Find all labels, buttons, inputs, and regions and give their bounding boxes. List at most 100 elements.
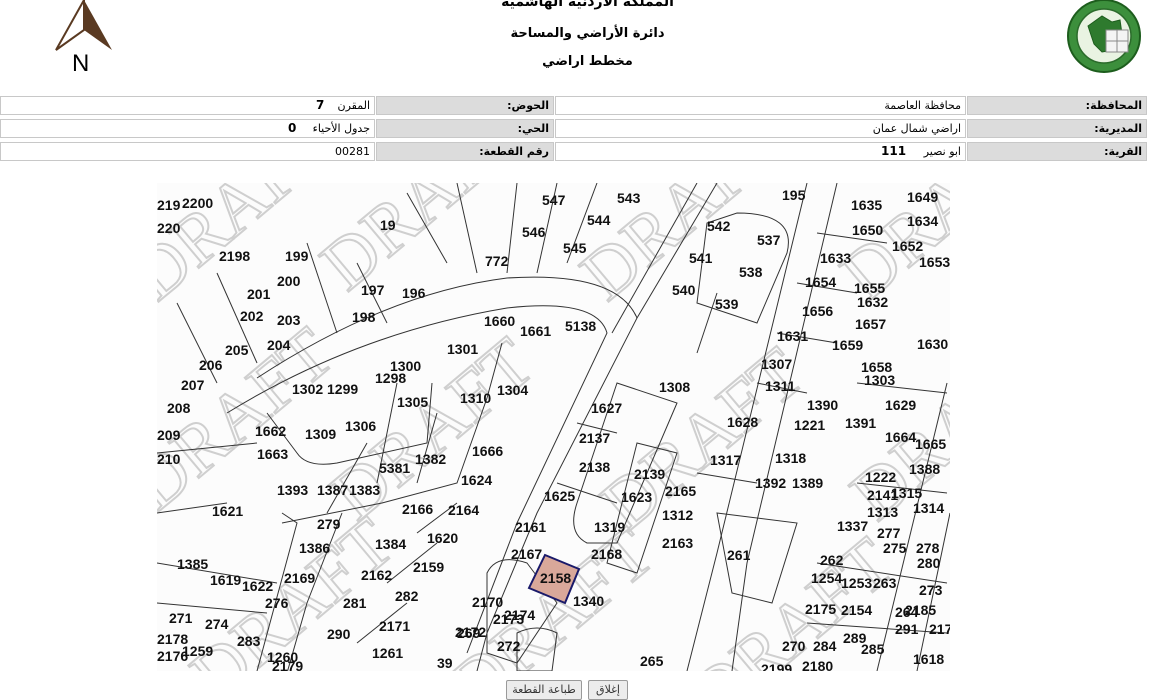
parcel-number-1385: 1385 [177, 556, 208, 572]
basin-value: 7 [316, 98, 325, 112]
parcel-number-269: 269 [457, 625, 481, 641]
parcel-number-200: 200 [277, 273, 301, 289]
parcel-number-285: 285 [861, 641, 885, 657]
parcel-number-1253: 1253 [841, 575, 872, 591]
parcel-number-1383: 1383 [349, 482, 380, 498]
village-number: 111 [881, 144, 907, 158]
parcel-number-1298: 1298 [375, 370, 406, 386]
parcel-number-1652: 1652 [892, 238, 923, 254]
parcel-number-281: 281 [343, 595, 367, 611]
parcel-number-220: 220 [157, 220, 181, 236]
parcel-number-1393: 1393 [277, 482, 308, 498]
parcel-number-201: 201 [247, 286, 271, 302]
parcel-number-2198: 2198 [219, 248, 250, 264]
basin-label: الحوض: [376, 96, 554, 115]
parcel-number-2164: 2164 [448, 502, 479, 518]
parcel-number-2166: 2166 [402, 501, 433, 517]
parcel-number-1318: 1318 [775, 450, 806, 466]
parcel-number-196: 196 [402, 285, 426, 301]
parcel-number-208: 208 [167, 400, 191, 416]
parcel-number-291: 291 [895, 621, 919, 637]
parcel-number-1315: 1315 [891, 485, 922, 501]
parcel-number-271: 271 [169, 610, 193, 626]
village-label: القرية: [967, 142, 1147, 161]
parcel-number-272: 272 [497, 638, 521, 654]
parcel-number-203: 203 [277, 312, 301, 328]
parcel-number-1631: 1631 [777, 328, 808, 344]
parcel-number-546: 546 [522, 224, 546, 240]
parcel-number-1384: 1384 [375, 536, 406, 552]
parcel-number-273: 273 [919, 582, 943, 598]
parcel-number-2161: 2161 [515, 519, 546, 535]
parcel-number-277: 277 [877, 525, 901, 541]
parcel-number-542: 542 [707, 218, 731, 234]
parcel-number-2138: 2138 [579, 459, 610, 475]
parcel-number-1309: 1309 [305, 426, 336, 442]
department-title: دائرة الأراضي والمساحة [510, 26, 665, 41]
parcel-number-261: 261 [727, 547, 751, 563]
parcel-number-219: 219 [157, 197, 181, 213]
parcel-number-2139: 2139 [634, 466, 665, 482]
parcel-number-2200: 2200 [182, 195, 213, 211]
north-arrow: N [52, 0, 116, 80]
parcel-number-1657: 1657 [855, 316, 886, 332]
district-sub-label: جدول الأحياء [312, 122, 370, 135]
parcel-number-2185: 2185 [905, 602, 936, 618]
close-button[interactable]: إغلاق [588, 680, 628, 700]
parcel-number-1305: 1305 [397, 394, 428, 410]
parcel-number-1633: 1633 [820, 250, 851, 266]
land-parcel-map: DRAFT DRAFT DRAFT DRAFT DRAFT DRAFT DRAF… [157, 183, 950, 671]
parcel-number-262: 262 [820, 552, 844, 568]
parcel-number-279: 279 [317, 516, 341, 532]
parcel-number-2171: 2171 [379, 618, 410, 634]
parcel-number-1656: 1656 [802, 303, 833, 319]
parcel-number-195: 195 [782, 187, 806, 203]
print-parcel-button[interactable]: طباعة القطعة [506, 680, 582, 700]
parcel-number-1635: 1635 [851, 197, 882, 213]
parcel-number-206: 206 [199, 357, 223, 373]
parcel-number-1619: 1619 [210, 572, 241, 588]
parcel-number-1254: 1254 [811, 570, 842, 586]
parcel-number-1317: 1317 [710, 452, 741, 468]
parcel-number-282: 282 [395, 588, 419, 604]
parcel-number-1662: 1662 [255, 423, 286, 439]
parcel-number-284: 284 [813, 638, 837, 654]
parcel-number-2181: 2181 [375, 668, 406, 671]
parcel-number-1663: 1663 [257, 446, 288, 462]
parcel-number-2177: 2177 [929, 621, 950, 637]
parcel-number-2137: 2137 [579, 430, 610, 446]
parcel-number-1303: 1303 [864, 372, 895, 388]
parcel-number-2167: 2167 [511, 546, 542, 562]
parcel-number-1301: 1301 [447, 341, 478, 357]
parcel-number-2154: 2154 [841, 602, 872, 618]
parcel-number-543: 543 [617, 190, 641, 206]
parcel-number-207: 207 [181, 377, 205, 393]
parcel-number-2159: 2159 [413, 559, 444, 575]
parcel-number-1661: 1661 [520, 323, 551, 339]
parcel-number-198: 198 [352, 309, 376, 325]
parcel-number-1666: 1666 [472, 443, 503, 459]
north-label: N [72, 50, 90, 77]
parcel-number-2179: 2179 [272, 658, 303, 671]
parcel-number-1389: 1389 [792, 475, 823, 491]
parcel-number-1623: 1623 [621, 489, 652, 505]
parcel-number-1314: 1314 [913, 500, 944, 516]
parcel-number-1313: 1313 [867, 504, 898, 520]
village-name: ابو نصير [923, 145, 961, 158]
parcel-number-39: 39 [437, 655, 453, 671]
parcel-number-1650: 1650 [852, 222, 883, 238]
parcel-number-1620: 1620 [427, 530, 458, 546]
parcel-number-197: 197 [361, 282, 385, 298]
parcel-number-1634: 1634 [907, 213, 938, 229]
village-cell: ابو نصير 111 [555, 142, 966, 161]
parcel-number-1627: 1627 [591, 400, 622, 416]
parcel-number-540: 540 [672, 282, 696, 298]
basin-cell: المقرن 7 [0, 96, 375, 115]
parcel-number-2180: 2180 [802, 658, 833, 671]
parcel-number-210: 210 [157, 451, 181, 467]
parcel-number-1382: 1382 [415, 451, 446, 467]
parcel-number-2175: 2175 [805, 601, 836, 617]
parcel-number-541: 541 [689, 250, 713, 266]
parcel-number-1337: 1337 [837, 518, 868, 534]
parcel-number-1391: 1391 [845, 415, 876, 431]
